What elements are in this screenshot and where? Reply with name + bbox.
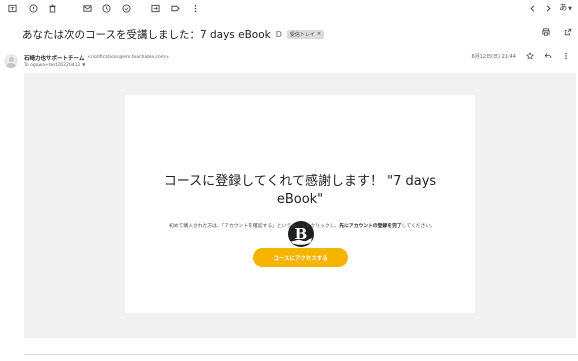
sender-email: <notifications@em.teachable.com> bbox=[87, 55, 169, 60]
paragraph-text-2: してください。 bbox=[401, 224, 435, 229]
divider bbox=[24, 354, 578, 355]
importance-marker[interactable]: D bbox=[276, 30, 282, 39]
email-headline: コースに登録してくれて感謝します！ "7 days eBook" bbox=[163, 174, 437, 207]
star-icon[interactable] bbox=[526, 52, 534, 60]
inbox-label-text: 受信トレイ bbox=[289, 31, 315, 38]
access-course-button[interactable]: コースにアクセスする bbox=[253, 248, 348, 267]
delete-icon[interactable] bbox=[47, 3, 57, 13]
recipient-details-icon[interactable]: ▼ bbox=[82, 62, 85, 67]
message-date: 6月12日(日) 21:44 bbox=[471, 53, 516, 60]
chevron-down-icon: ▼ bbox=[568, 6, 572, 12]
email-subject: あなたは次のコースを受講しました：7 days eBook bbox=[22, 28, 271, 41]
sender-row: 石崎力也サポートチーム <notifications@em.teachable.… bbox=[24, 53, 169, 62]
move-to-icon[interactable] bbox=[150, 3, 160, 13]
add-task-icon[interactable] bbox=[121, 3, 131, 13]
email-card: B コースに登録してくれて感謝します！ "7 days eBook" 初めて購入… bbox=[125, 95, 475, 313]
labels-icon[interactable] bbox=[170, 3, 180, 13]
print-all-icon[interactable] bbox=[541, 27, 550, 36]
chevron-right-icon[interactable] bbox=[543, 3, 553, 13]
sender-avatar bbox=[4, 54, 18, 68]
paragraph-bold-text: 先にアカウントの登録を完了 bbox=[339, 224, 402, 229]
open-new-window-icon[interactable] bbox=[563, 27, 572, 36]
more-options-icon[interactable] bbox=[562, 52, 570, 60]
message-meta: 6月12日(日) 21:44 bbox=[472, 52, 570, 60]
inbox-label-chip[interactable]: 受信トレイ × bbox=[286, 29, 325, 39]
toolbar: あ▼ bbox=[0, 0, 578, 17]
more-vert-icon[interactable] bbox=[190, 3, 200, 13]
subject-actions bbox=[541, 27, 572, 36]
subject-row: あなたは次のコースを受講しました：7 days eBook D 受信トレイ × bbox=[22, 27, 572, 41]
email-paragraph: 初めて購入された方は、「アカウントを確認する」というメールをクリックし、先にアカ… bbox=[169, 222, 439, 232]
recipient-row[interactable]: To ogawa+test20220412 ▼ bbox=[24, 62, 85, 68]
input-tools-button[interactable]: あ▼ bbox=[559, 2, 572, 13]
paragraph-text-1: 初めて購入された方は、「アカウントを確認する」というメールをクリックし、 bbox=[169, 224, 340, 229]
remove-label-icon[interactable]: × bbox=[317, 31, 321, 37]
input-tools-label: あ bbox=[559, 3, 568, 12]
snooze-icon[interactable] bbox=[101, 3, 111, 13]
report-spam-icon[interactable] bbox=[28, 3, 38, 13]
mark-unread-icon[interactable] bbox=[82, 3, 92, 13]
recipient-text: To ogawa+test20220412 bbox=[24, 63, 81, 68]
archive-icon[interactable] bbox=[7, 3, 17, 13]
sender-name[interactable]: 石崎力也サポートチーム bbox=[24, 54, 84, 62]
reply-icon[interactable] bbox=[544, 52, 552, 60]
chevron-left-icon[interactable] bbox=[527, 3, 537, 13]
